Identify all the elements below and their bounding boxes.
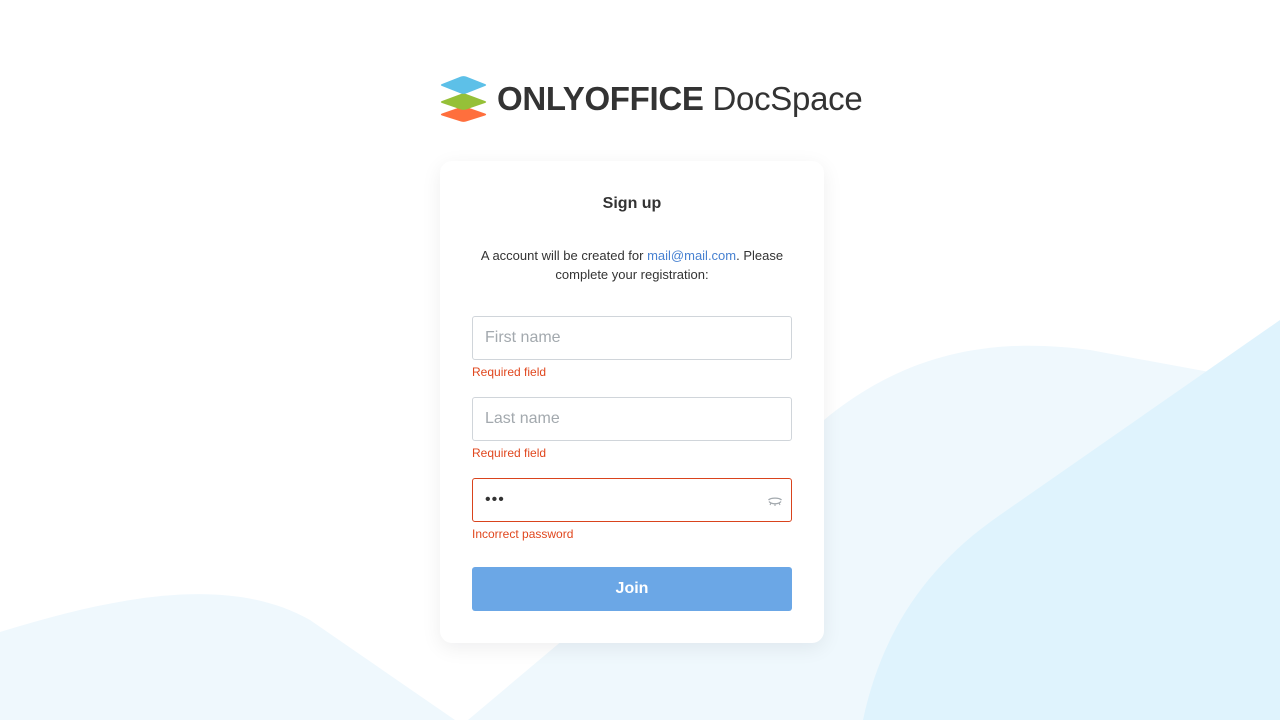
brand-logo: ONLYOFFICE DocSpace — [439, 76, 863, 122]
eye-closed-icon[interactable] — [767, 493, 783, 509]
last-name-error: Required field — [472, 446, 547, 460]
form-title: Sign up — [602, 195, 662, 212]
password-masked-value[interactable]: ••• — [473, 491, 791, 509]
last-name-input[interactable] — [473, 398, 791, 440]
password-error: Incorrect password — [472, 527, 574, 541]
first-name-error: Required field — [472, 365, 547, 379]
join-button[interactable]: Join — [472, 567, 792, 611]
first-name-input[interactable] — [473, 317, 791, 359]
brand-name: ONLYOFFICE — [497, 80, 704, 117]
first-name-field[interactable] — [472, 316, 792, 360]
last-name-field[interactable] — [472, 397, 792, 441]
password-field[interactable]: ••• — [472, 478, 792, 522]
invited-email: mail@mail.com — [647, 248, 737, 263]
onlyoffice-layers-icon — [440, 76, 487, 122]
brand-wordmark: ONLYOFFICE DocSpace — [497, 76, 863, 122]
description-prefix: A account will be created for — [480, 248, 648, 263]
product-name: DocSpace — [712, 80, 863, 117]
signup-card: Sign up A account will be created for ma… — [440, 161, 824, 643]
form-description: A account will be created for mail@mail.… — [472, 246, 792, 284]
